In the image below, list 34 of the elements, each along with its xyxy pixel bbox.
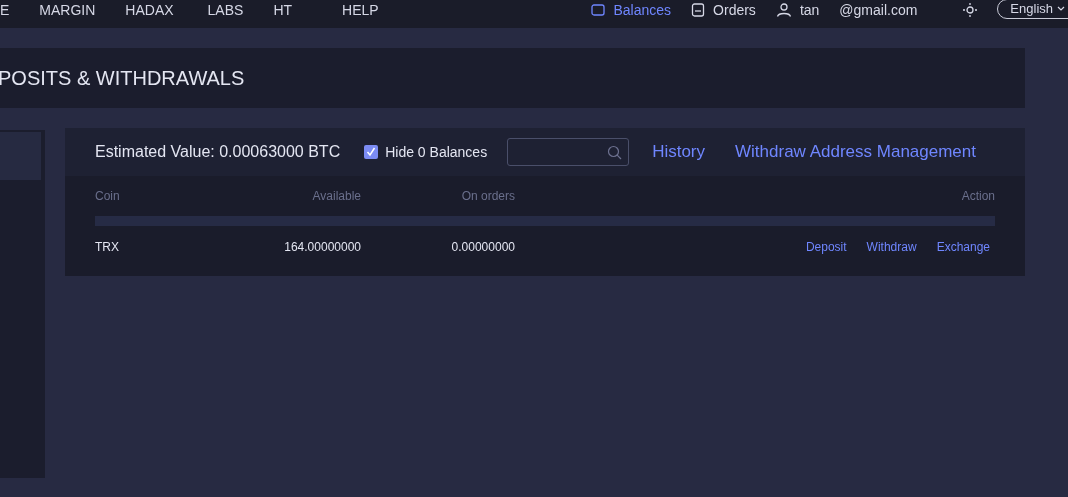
nav-link[interactable]: HELP [342, 3, 379, 17]
column-header: Coin [95, 188, 121, 205]
estimated-value: Estimated Value: 0.00063000 BTC [95, 142, 341, 162]
nav-link[interactable]: @gmail.com [839, 3, 918, 17]
checkbox[interactable] [364, 145, 379, 159]
header-link[interactable]: History [652, 139, 706, 165]
nav-link[interactable]: HADAX [125, 3, 174, 17]
page-title: POSITS & WITHDRAWALS [0, 66, 245, 91]
nav-link[interactable]: E [0, 3, 10, 17]
action-link[interactable]: Exchange [936, 237, 990, 256]
check-icon [366, 147, 377, 157]
search-field[interactable] [507, 138, 630, 166]
table-cell-text: 0.00000000 [450, 238, 515, 256]
action-link[interactable]: Deposit [805, 237, 847, 256]
document-icon [691, 3, 706, 17]
header-link[interactable]: Withdraw Address Management [735, 139, 976, 165]
nav-link[interactable]: Orders [691, 3, 756, 17]
wallet-icon [591, 3, 606, 17]
column-header: Available [311, 188, 361, 205]
chevron-down-icon [1057, 6, 1065, 12]
user-icon [775, 3, 792, 17]
nav-link[interactable]: tan [775, 3, 820, 17]
nav-link[interactable]: HT [273, 3, 293, 17]
column-header: Action [960, 188, 995, 205]
column-header: On orders [460, 188, 515, 205]
sun-icon[interactable] [963, 3, 978, 17]
search-icon [607, 144, 623, 160]
nav-link[interactable]: Balances [591, 3, 672, 17]
action-link[interactable]: Withdraw [866, 237, 917, 256]
table-cell-text: 164.00000000 [283, 238, 361, 256]
nav-link[interactable]: MARGIN [39, 3, 96, 17]
nav-link[interactable]: LABS [207, 3, 244, 17]
table-cell-text: TRX [95, 238, 120, 256]
checkbox-label: Hide 0 Balances [385, 142, 488, 162]
